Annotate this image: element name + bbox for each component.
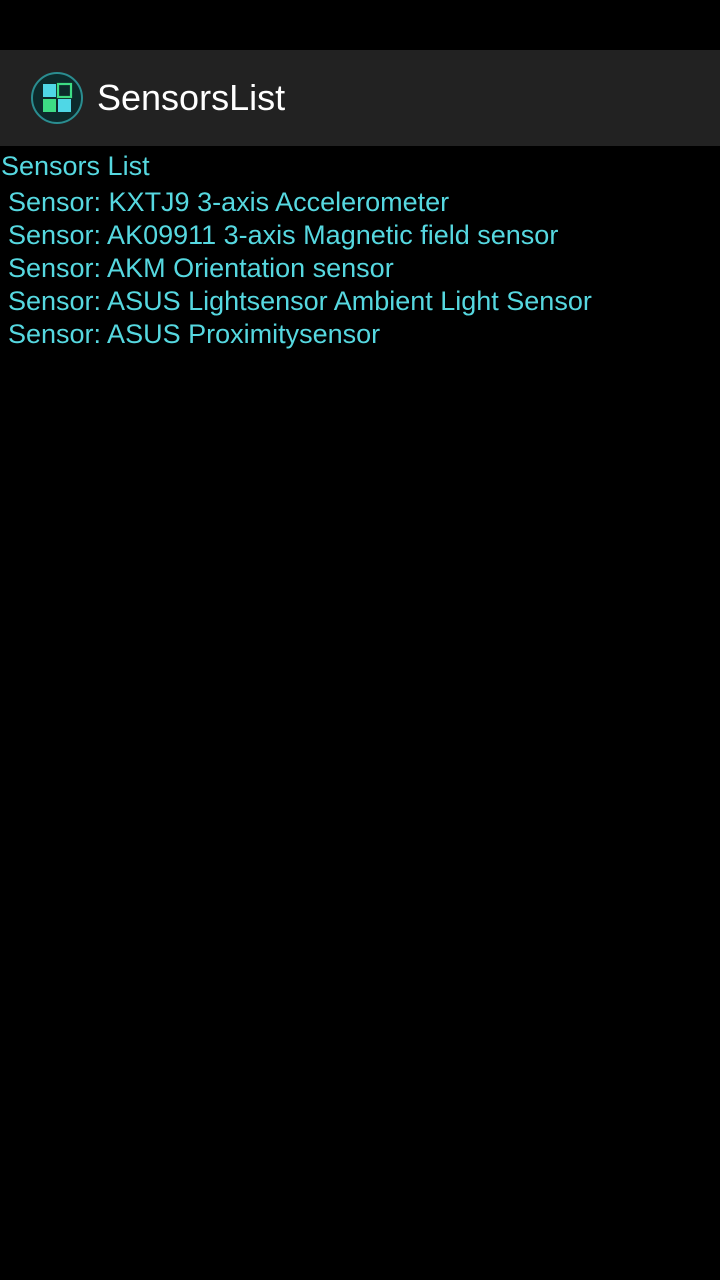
sensors-list-header: Sensors List [1,151,150,181]
main-content: Sensors List Sensor: KXTJ9 3-axis Accele… [0,146,720,351]
sensor-list-item: Sensor: AKM Orientation sensor [8,253,394,283]
app-grid-icon[interactable] [30,71,84,125]
sensor-list: Sensor: KXTJ9 3-axis Accelerometer Senso… [0,186,720,351]
action-bar: SensorsList [0,50,720,146]
app-title: SensorsList [97,77,286,118]
status-bar [0,0,720,50]
sensor-list-item: Sensor: KXTJ9 3-axis Accelerometer [8,187,450,217]
sensor-list-item: Sensor: AK09911 3-axis Magnetic field se… [8,220,559,250]
sensor-list-item: Sensor: ASUS Proximitysensor [8,319,381,349]
sensor-list-item: Sensor: ASUS Lightsensor Ambient Light S… [8,286,592,316]
